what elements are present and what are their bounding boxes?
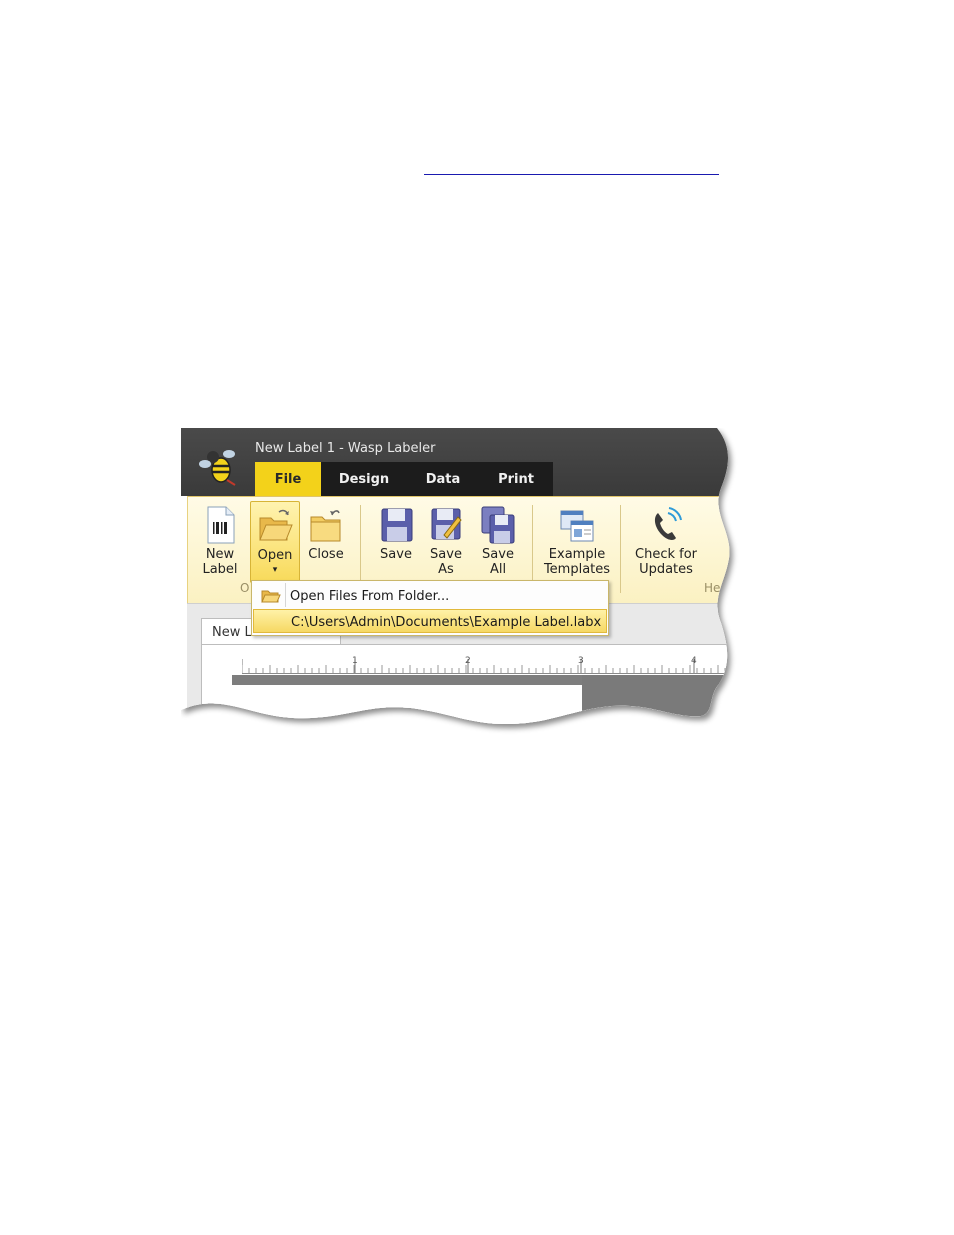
new-label-icon — [202, 505, 238, 545]
ruler-number: 3 — [578, 656, 584, 666]
close-label: Close — [308, 547, 344, 562]
horizontal-ruler: 1 2 3 4 — [242, 655, 742, 674]
ribbon-tabs: File Design Data Print — [255, 462, 553, 496]
group-label-open: O — [240, 581, 250, 595]
new-label-line2: Label — [202, 562, 238, 577]
document-hyperlink[interactable] — [424, 174, 719, 175]
ruler-number: 4 — [691, 656, 697, 666]
wasp-logo-icon — [199, 446, 239, 486]
save-as-line1: Save — [430, 547, 462, 562]
example-templates-line1: Example — [548, 547, 606, 562]
open-files-from-folder-label: Open Files From Folder... — [290, 589, 450, 604]
check-for-updates-line1: Check for — [635, 547, 697, 562]
save-as-line2: As — [438, 562, 454, 577]
window-title: New Label 1 - Wasp Labeler — [255, 441, 436, 456]
save-all-icon — [480, 505, 516, 545]
templates-icon — [559, 505, 595, 545]
example-templates-button[interactable]: Example Templates — [540, 501, 614, 581]
open-button[interactable]: Open ▾ — [250, 501, 300, 583]
title-bar: New Label 1 - Wasp Labeler File Design D… — [181, 428, 741, 496]
open-folder-icon — [257, 506, 293, 546]
group-label-help: He — [704, 581, 721, 595]
tab-design[interactable]: Design — [321, 462, 407, 496]
open-dropdown-menu: Open Files From Folder... C:\Users\Admin… — [251, 580, 609, 636]
tab-print[interactable]: Print — [479, 462, 553, 496]
save-button[interactable]: Save — [374, 501, 418, 581]
screenshot-figure: New Label 1 - Wasp Labeler File Design D… — [181, 428, 741, 738]
folder-icon — [261, 588, 281, 608]
new-label-line1: New — [205, 547, 235, 562]
close-folder-icon — [308, 505, 344, 545]
tab-data[interactable]: Data — [407, 462, 479, 496]
check-for-updates-button[interactable]: Check for Updates — [628, 501, 704, 581]
save-as-button[interactable]: Save As — [424, 501, 468, 581]
example-templates-line2: Templates — [543, 562, 611, 577]
save-as-icon — [428, 505, 464, 545]
save-label: Save — [380, 547, 412, 562]
tab-file[interactable]: File — [255, 462, 321, 496]
save-all-line2: All — [489, 562, 507, 577]
recent-file-item[interactable]: C:\Users\Admin\Documents\Example Label.l… — [253, 609, 607, 633]
ruler-number: 1 — [352, 656, 358, 666]
open-label: Open — [257, 548, 293, 563]
open-files-from-folder-item[interactable]: Open Files From Folder... — [253, 584, 607, 608]
save-all-button[interactable]: Save All — [476, 501, 520, 581]
close-button[interactable]: Close — [304, 501, 348, 581]
save-icon — [378, 505, 414, 545]
ribbon-separator — [620, 505, 621, 593]
chevron-down-icon: ▾ — [272, 565, 278, 575]
phone-update-icon — [648, 505, 684, 545]
ruler-number: 2 — [465, 656, 471, 666]
recent-file-path: C:\Users\Admin\Documents\Example Label.l… — [291, 615, 602, 630]
save-all-line1: Save — [482, 547, 514, 562]
check-for-updates-line2: Updates — [639, 562, 693, 577]
new-label-button[interactable]: New Label — [196, 501, 244, 581]
app-window: New Label 1 - Wasp Labeler File Design D… — [181, 428, 741, 738]
